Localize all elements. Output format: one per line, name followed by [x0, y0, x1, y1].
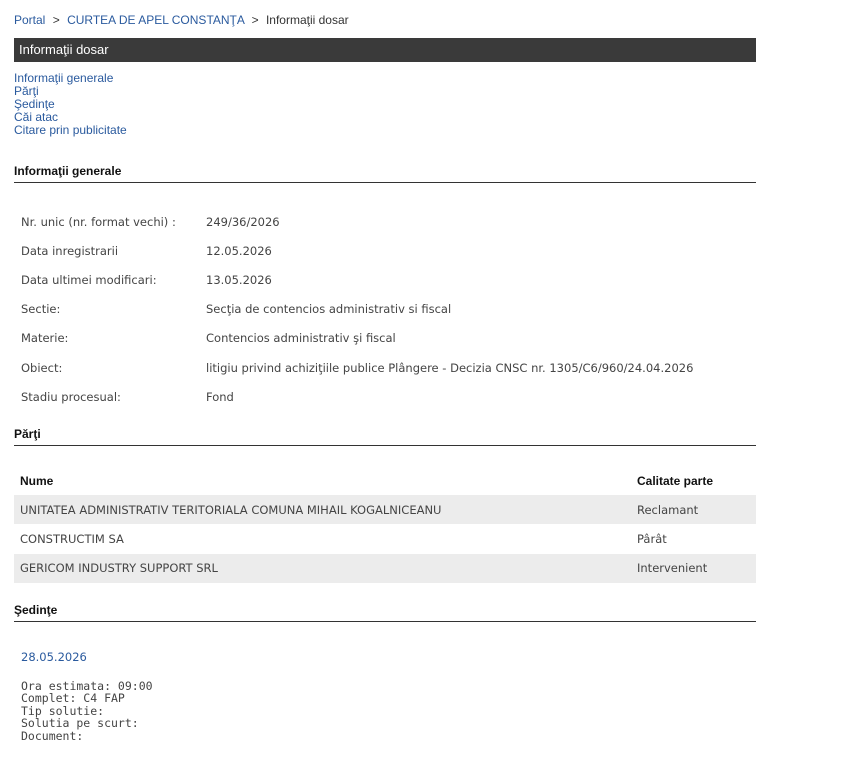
- section-header-parti: Părţi: [14, 427, 756, 446]
- page-title: Informaţii dosar: [14, 38, 756, 62]
- hearing-detail-complet: Complet: C4 FAP: [21, 691, 125, 706]
- info-label: Materie:: [21, 331, 69, 346]
- info-row: Sectie: Secţia de contencios administrat…: [21, 295, 693, 324]
- party-role: Reclamant: [637, 502, 699, 517]
- info-row: Stadiu procesual: Fond: [21, 382, 693, 411]
- info-label: Data ultimei modificari:: [21, 272, 157, 287]
- column-header-nume: Nume: [20, 474, 54, 488]
- party-role: Intervenient: [637, 561, 708, 576]
- info-value: 12.05.2026: [206, 243, 272, 258]
- table-row: GERICOM INDUSTRY SUPPORT SRL Intervenien…: [14, 553, 756, 583]
- info-value: Secţia de contencios administrativ si fi…: [206, 302, 452, 317]
- section-header-sedinte: Şedinţe: [14, 603, 756, 622]
- column-header-calitate-parte: Calitate parte: [637, 474, 714, 488]
- party-role: Pârât: [637, 531, 667, 546]
- info-row: Obiect: litigiu privind achiziţiile publ…: [21, 353, 693, 382]
- info-label: Obiect:: [21, 360, 63, 375]
- info-value: litigiu privind achiziţiile publice Plân…: [206, 360, 694, 375]
- info-row: Materie: Contencios administrativ şi fis…: [21, 324, 693, 353]
- party-name: GERICOM INDUSTRY SUPPORT SRL: [20, 561, 218, 576]
- info-value: Contencios administrativ şi fiscal: [206, 331, 396, 346]
- breadcrumb-separator: >: [251, 13, 259, 27]
- breadcrumb-current: Informaţii dosar: [265, 13, 349, 27]
- general-info-table: Nr. unic (nr. format vechi) : 249/36/202…: [21, 207, 693, 411]
- hearing-date: 28.05.2026: [21, 650, 87, 664]
- info-label: Sectie:: [21, 302, 61, 317]
- party-name: UNITATEA ADMINISTRATIV TERITORIALA COMUN…: [20, 502, 442, 517]
- parti-table: Nume Calitate parte UNITATEA ADMINISTRAT…: [14, 467, 756, 583]
- party-name: CONSTRUCTIM SA: [20, 531, 124, 546]
- info-value: 13.05.2026: [206, 272, 272, 287]
- section-header-informatii-generale: Informaţii generale: [14, 164, 756, 183]
- info-row: Data inregistrarii 12.05.2026: [21, 236, 693, 265]
- breadcrumb-separator: >: [52, 13, 60, 27]
- info-value: 249/36/2026: [206, 214, 280, 229]
- info-label: Nr. unic (nr. format vechi) :: [21, 214, 176, 229]
- toc-link-citare-prin-publicitate[interactable]: Citare prin publicitate: [14, 124, 127, 137]
- table-header-row: Nume Calitate parte: [14, 467, 756, 495]
- table-row: UNITATEA ADMINISTRATIV TERITORIALA COMUN…: [14, 495, 756, 525]
- info-label: Stadiu procesual:: [21, 389, 121, 404]
- table-of-contents: Informaţii generale Părţi Şedinţe Căi at…: [14, 72, 127, 137]
- breadcrumb: Portal > CURTEA DE APEL CONSTANŢA > Info…: [14, 13, 349, 27]
- info-value: Fond: [206, 389, 234, 404]
- hearing-detail-solutia-pe-scurt: Solutia pe scurt:: [21, 716, 139, 731]
- breadcrumb-portal-link[interactable]: Portal: [14, 13, 45, 27]
- info-row: Nr. unic (nr. format vechi) : 249/36/202…: [21, 207, 693, 236]
- hearing-detail-document: Document:: [21, 728, 84, 743]
- breadcrumb-court-link[interactable]: CURTEA DE APEL CONSTANŢA: [67, 13, 244, 27]
- info-row: Data ultimei modificari: 13.05.2026: [21, 265, 693, 294]
- table-row: CONSTRUCTIM SA Pârât: [14, 524, 756, 553]
- info-label: Data inregistrarii: [21, 243, 119, 258]
- hearing-details: Ora estimata: 09:00 Complet: C4 FAP Tip …: [21, 680, 153, 742]
